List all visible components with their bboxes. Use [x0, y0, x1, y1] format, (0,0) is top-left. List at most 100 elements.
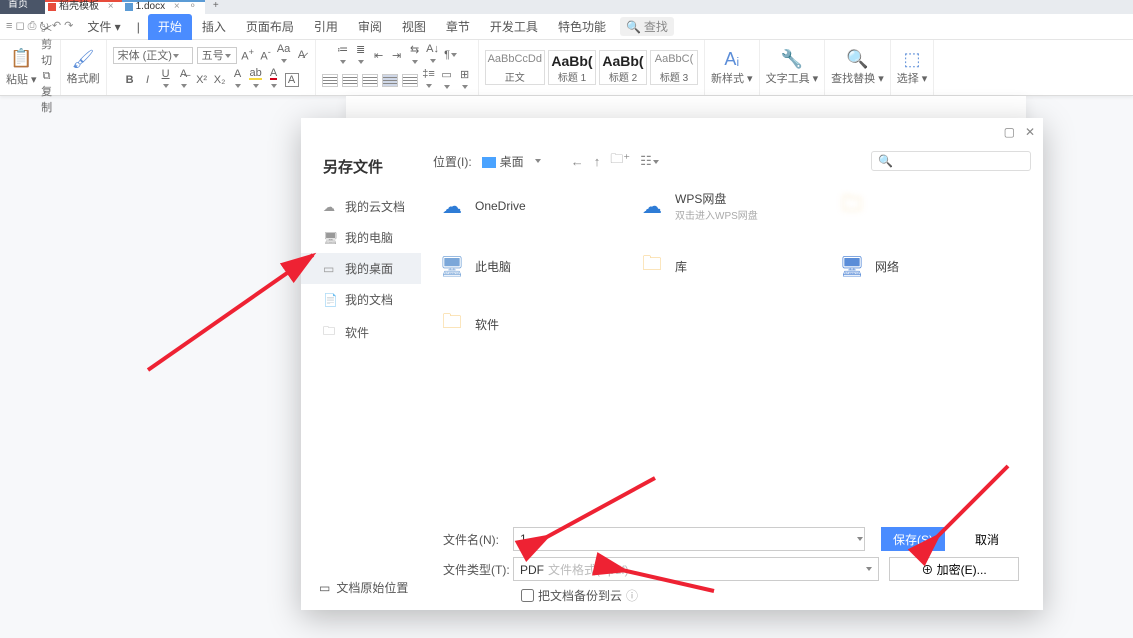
shading-button[interactable]: ▭: [440, 68, 454, 93]
chevron-down-icon[interactable]: [535, 159, 541, 163]
sidebar-item-documents[interactable]: 📄我的文档: [301, 284, 421, 315]
grid-item-library[interactable]: 🗀库: [637, 252, 797, 280]
showmarks-button[interactable]: ¶: [444, 49, 458, 61]
align-left-button[interactable]: [322, 74, 338, 87]
close-icon[interactable]: ×: [174, 1, 180, 12]
filetype-select[interactable]: PDF文件格式(*.pdf): [513, 557, 879, 581]
cut-button[interactable]: ✂ 剪切: [40, 20, 54, 68]
align-justify-button[interactable]: [382, 74, 398, 87]
menu-search[interactable]: 🔍 查找: [620, 17, 674, 36]
italic-button[interactable]: I: [141, 74, 155, 86]
new-style-label[interactable]: 新样式 ▾: [711, 70, 753, 86]
strikethrough-button[interactable]: A̶: [177, 68, 191, 92]
align-distributed-button[interactable]: [402, 74, 418, 87]
char-border-button[interactable]: A: [285, 73, 299, 87]
copy-button[interactable]: ⧉ 复制: [40, 70, 54, 115]
style-heading2[interactable]: AaBb(标题 2: [599, 50, 647, 85]
grid-item-network[interactable]: 🖥网络: [837, 252, 997, 280]
style-heading3[interactable]: AaBbC(标题 3: [650, 50, 698, 85]
new-style-icon[interactable]: Aᵢ: [724, 50, 739, 68]
filename-input[interactable]: [513, 527, 865, 551]
tab-template-label: 稻壳模板: [59, 1, 99, 12]
find-replace-icon[interactable]: 🔍: [846, 50, 868, 68]
backup-checkbox[interactable]: 把文档备份到云 ⓘ: [521, 587, 638, 604]
style-heading1[interactable]: AaBb(标题 1: [548, 50, 596, 85]
info-icon[interactable]: ⓘ: [626, 587, 638, 604]
maximize-icon[interactable]: ▢: [1004, 125, 1015, 139]
menu-tab-references[interactable]: 引用: [304, 14, 348, 40]
cancel-button[interactable]: 取消: [955, 527, 1019, 551]
underline-button[interactable]: U: [159, 68, 173, 92]
sort-button[interactable]: A↓: [426, 43, 440, 67]
grid-item-software[interactable]: 🗀软件: [437, 310, 597, 338]
font-size-select[interactable]: 五号: [197, 47, 237, 64]
encrypt-button[interactable]: ⊕ 加密(E)...: [889, 557, 1019, 581]
subscript-button[interactable]: X₂: [213, 74, 227, 86]
highlight-button[interactable]: ab: [249, 67, 263, 92]
menu-tab-devtools[interactable]: 开发工具: [480, 14, 548, 40]
menu-tab-insert[interactable]: 插入: [192, 14, 236, 40]
text-tool-label[interactable]: 文字工具 ▾: [766, 70, 819, 86]
find-replace-label[interactable]: 查找替换 ▾: [831, 70, 884, 86]
outdent-button[interactable]: ⇤: [372, 49, 386, 62]
menu-tab-home[interactable]: 开始: [148, 14, 192, 40]
dialog-search[interactable]: 🔍: [871, 151, 1031, 171]
sidebar-item-computer[interactable]: 🖥我的电脑: [301, 222, 421, 253]
tab-template[interactable]: 稻壳模板 ×: [45, 0, 122, 14]
clear-format-icon[interactable]: A̷: [295, 49, 309, 61]
paste-label[interactable]: 粘贴 ▾: [6, 71, 37, 87]
sidebar-item-software[interactable]: 🗀软件: [301, 315, 421, 350]
grid-item-thispc[interactable]: 🖥此电脑: [437, 252, 597, 280]
file-menu[interactable]: 文件 ▾: [79, 18, 128, 35]
back-icon[interactable]: ←: [571, 154, 584, 169]
tab-button[interactable]: ⇆: [408, 43, 422, 68]
text-effects-button[interactable]: A: [231, 68, 245, 92]
select-label[interactable]: 选择 ▾: [897, 70, 928, 86]
text-tool-icon[interactable]: 🔧: [781, 50, 803, 68]
shrink-font-icon[interactable]: A-: [259, 47, 273, 63]
chevron-down-icon[interactable]: [857, 537, 863, 541]
font-family-select[interactable]: 宋体 (正文): [113, 47, 193, 64]
superscript-button[interactable]: X²: [195, 74, 209, 86]
close-icon[interactable]: ✕: [1025, 125, 1035, 139]
save-button[interactable]: 保存(S): [881, 527, 945, 551]
sidebar-item-cloud[interactable]: ☁我的云文档: [301, 191, 421, 222]
folder-icon: 🗀: [437, 310, 467, 338]
menu-tab-chapters[interactable]: 章节: [436, 14, 480, 40]
sidebar-item-desktop[interactable]: ▭我的桌面: [301, 253, 421, 284]
tab-home[interactable]: 首页: [0, 0, 45, 14]
font-color-button[interactable]: A: [267, 67, 281, 92]
align-center-button[interactable]: [342, 74, 358, 87]
grow-font-icon[interactable]: A+: [241, 47, 255, 63]
grid-item-wps[interactable]: ☁WPS网盘双击进入WPS网盘: [637, 190, 797, 222]
format-painter-icon[interactable]: 🖌: [72, 50, 95, 68]
original-location[interactable]: ▭ 文档原始位置: [319, 579, 408, 596]
backup-checkbox-input[interactable]: [521, 589, 534, 602]
bullets-button[interactable]: ≔: [336, 43, 350, 68]
numbering-button[interactable]: ≣: [354, 43, 368, 68]
menu-tab-layout[interactable]: 页面布局: [236, 14, 304, 40]
grid-item-onedrive[interactable]: ☁OneDrive: [437, 190, 597, 222]
borders-button[interactable]: ⊞: [458, 68, 472, 93]
line-spacing-button[interactable]: ‡≡: [422, 68, 436, 92]
new-folder-icon[interactable]: 🗀⁺: [610, 150, 630, 172]
view-icon[interactable]: ☷: [640, 153, 659, 169]
new-tab-button[interactable]: +: [205, 0, 227, 11]
menu-tab-special[interactable]: 特色功能: [548, 14, 616, 40]
bold-button[interactable]: B: [123, 74, 137, 86]
dialog-toolbar: 位置(I): 桌面 ← ↑ 🗀⁺ ☷ 🔍: [433, 146, 1031, 176]
menu-tab-view[interactable]: 视图: [392, 14, 436, 40]
select-icon[interactable]: ⬚: [904, 50, 921, 68]
change-case-icon[interactable]: Aa: [277, 43, 291, 67]
align-right-button[interactable]: [362, 74, 378, 87]
paste-icon[interactable]: 📋: [10, 49, 32, 67]
menu-tab-review[interactable]: 审阅: [348, 14, 392, 40]
close-icon[interactable]: ×: [108, 1, 114, 12]
location-select[interactable]: 桌面: [482, 153, 524, 170]
indent-button[interactable]: ⇥: [390, 49, 404, 62]
tab-document[interactable]: 1.docx × ⚬: [122, 0, 205, 14]
pin-icon[interactable]: ⚬: [189, 1, 197, 12]
up-icon[interactable]: ↑: [594, 154, 601, 169]
grid-item-blurred[interactable]: 🗀: [837, 190, 997, 222]
style-normal[interactable]: AaBbCcDd正文: [485, 50, 545, 85]
